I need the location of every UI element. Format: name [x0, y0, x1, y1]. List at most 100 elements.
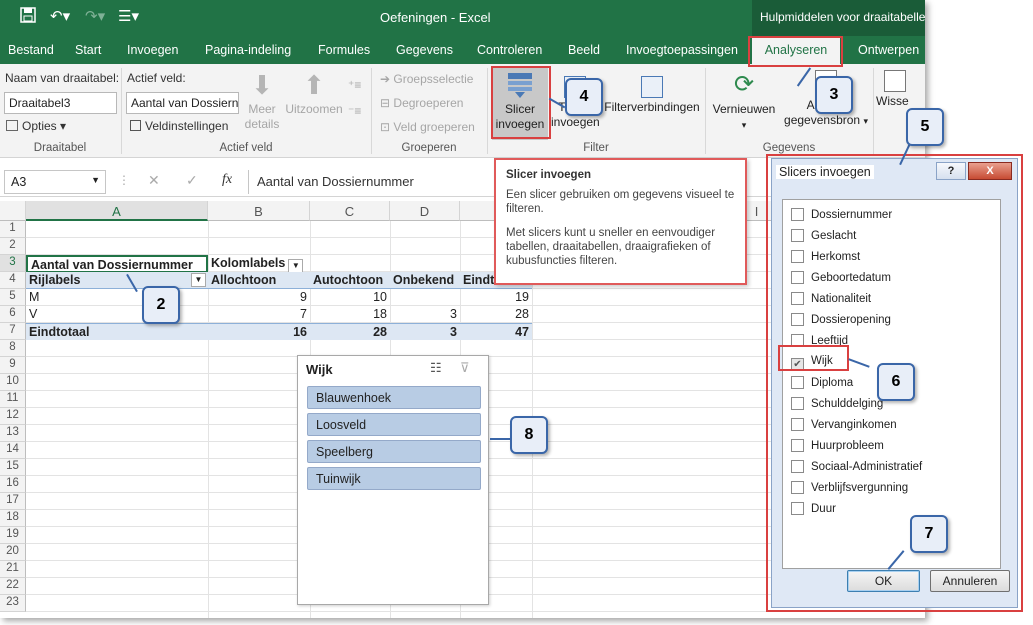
filter-dropdown-icon[interactable]: ▼ [288, 259, 304, 273]
tab-start[interactable]: Start [75, 43, 101, 57]
row-label-v[interactable]: V [26, 306, 208, 323]
tab-invoegtoepassingen[interactable]: Invoegtoepassingen [626, 43, 738, 57]
pivot-name-input[interactable]: Draaitabel3 [4, 92, 117, 114]
clear-button[interactable]: Wisse [876, 70, 925, 109]
row-header[interactable]: 10 [0, 374, 26, 391]
row-header[interactable]: 7 [0, 323, 26, 340]
row-label-eindtotaal[interactable]: Eindtotaal [26, 323, 208, 340]
filter-connections-button[interactable]: Filterverbindingen [602, 76, 702, 115]
column-labels-header[interactable]: Kolomlabels ▼ [208, 255, 310, 273]
checkbox[interactable] [791, 292, 804, 305]
checkbox[interactable] [791, 250, 804, 263]
column-header-a[interactable]: A [26, 201, 208, 221]
checkbox[interactable] [791, 313, 804, 326]
multi-select-icon[interactable]: ☷ [430, 360, 442, 376]
customize-qat-icon[interactable]: ☰▾ [118, 7, 139, 25]
active-field-input[interactable]: Aantal van Dossiernu [126, 92, 239, 114]
column-header-c[interactable]: C [310, 201, 390, 221]
checkbox[interactable] [791, 418, 804, 431]
field-option-duur[interactable]: Duur [791, 502, 836, 520]
row-header[interactable]: 19 [0, 527, 26, 544]
row-header[interactable]: 20 [0, 544, 26, 561]
tab-controleren[interactable]: Controleren [477, 43, 542, 57]
field-option-schulddelging[interactable]: Schulddelging [791, 397, 883, 415]
refresh-button[interactable]: ⟳ Vernieuwen ▾ [710, 70, 778, 133]
checkbox[interactable] [791, 208, 804, 221]
checkbox[interactable] [791, 271, 804, 284]
column-header-b[interactable]: B [208, 201, 310, 221]
save-icon[interactable] [20, 7, 36, 27]
row-header[interactable]: 18 [0, 510, 26, 527]
row-header[interactable]: 11 [0, 391, 26, 408]
slicer-item[interactable]: Blauwenhoek [307, 386, 481, 409]
field-option-dossiernummer[interactable]: Dossiernummer [791, 208, 892, 226]
value-cell[interactable]: 28 [460, 306, 532, 323]
row-header[interactable]: 17 [0, 493, 26, 510]
row-header[interactable]: 16 [0, 476, 26, 493]
tab-gegevens[interactable]: Gegevens [396, 43, 453, 57]
tab-pagina-indeling[interactable]: Pagina-indeling [205, 43, 291, 57]
field-option-geboortedatum[interactable]: Geboortedatum [791, 271, 891, 289]
row-header[interactable]: 9 [0, 357, 26, 374]
checkbox[interactable] [791, 397, 804, 410]
function-icon[interactable]: fx [222, 172, 232, 188]
cancel-button[interactable]: Annuleren [930, 570, 1010, 592]
row-labels-header[interactable]: Rijlabels ▼ [26, 272, 208, 289]
row-header[interactable]: 1 [0, 221, 26, 238]
total-cell[interactable]: 28 [310, 323, 390, 340]
name-box[interactable]: A3 ▼ [4, 170, 106, 194]
value-cell[interactable]: 10 [310, 289, 390, 306]
checkbox[interactable] [791, 376, 804, 389]
value-cell[interactable]: 3 [390, 306, 460, 323]
row-header[interactable]: 21 [0, 561, 26, 578]
field-option-huurprobleem[interactable]: Huurprobleem [791, 439, 884, 457]
row-header[interactable]: 4 [0, 272, 26, 289]
checkbox[interactable] [791, 229, 804, 242]
tab-beeld[interactable]: Beeld [568, 43, 600, 57]
help-button[interactable]: ? [936, 162, 966, 180]
checkbox[interactable] [791, 502, 804, 515]
wijk-slicer[interactable]: Wijk ☷ ⊽ Blauwenhoek Loosveld Speelberg … [297, 355, 489, 605]
field-option-vervanginkomen[interactable]: Vervanginkomen [791, 418, 897, 436]
tab-ontwerpen[interactable]: Ontwerpen [858, 43, 919, 57]
row-header[interactable]: 12 [0, 408, 26, 425]
ok-button[interactable]: OK [847, 570, 920, 592]
row-header[interactable]: 22 [0, 578, 26, 595]
field-option-diploma[interactable]: Diploma [791, 376, 853, 394]
tab-formules[interactable]: Formules [318, 43, 370, 57]
row-header[interactable]: 6 [0, 306, 26, 323]
checkbox[interactable] [791, 460, 804, 473]
value-cell[interactable]: 19 [460, 289, 532, 306]
row-header[interactable]: 15 [0, 459, 26, 476]
row-header[interactable]: 3 [0, 255, 26, 272]
row-label-m[interactable]: M [26, 289, 208, 306]
filter-dropdown-icon[interactable]: ▼ [191, 273, 206, 287]
cell-a3-selected[interactable]: Aantal van Dossiernummer [26, 255, 208, 273]
value-cell[interactable]: 18 [310, 306, 390, 323]
checkbox[interactable] [791, 481, 804, 494]
row-header[interactable]: 14 [0, 442, 26, 459]
field-option-verblijfsvergunning[interactable]: Verblijfsvergunning [791, 481, 908, 499]
slicer-item[interactable]: Loosveld [307, 413, 481, 436]
select-all-corner[interactable] [0, 201, 26, 221]
field-option-dossieropening[interactable]: Dossieropening [791, 313, 891, 331]
value-cell[interactable] [390, 289, 460, 306]
undo-icon[interactable]: ↶▾ [50, 7, 70, 25]
row-header[interactable]: 2 [0, 238, 26, 255]
total-cell[interactable]: 16 [208, 323, 310, 340]
field-option-sociaal-administratief[interactable]: Sociaal-Administratief [791, 460, 922, 478]
slicer-item[interactable]: Tuinwijk [307, 467, 481, 490]
total-cell[interactable]: 47 [460, 323, 532, 340]
value-cell[interactable]: 7 [208, 306, 310, 323]
field-option-geslacht[interactable]: Geslacht [791, 229, 856, 247]
row-header[interactable]: 23 [0, 595, 26, 612]
tab-bestand[interactable]: Bestand [8, 43, 54, 57]
total-cell[interactable]: 3 [390, 323, 460, 340]
value-cell[interactable]: 9 [208, 289, 310, 306]
row-header[interactable]: 8 [0, 340, 26, 357]
checkbox[interactable] [791, 439, 804, 452]
field-settings-button[interactable]: Veldinstellingen [130, 119, 228, 133]
field-option-herkomst[interactable]: Herkomst [791, 250, 860, 268]
row-header[interactable]: 5 [0, 289, 26, 306]
slicer-item[interactable]: Speelberg [307, 440, 481, 463]
